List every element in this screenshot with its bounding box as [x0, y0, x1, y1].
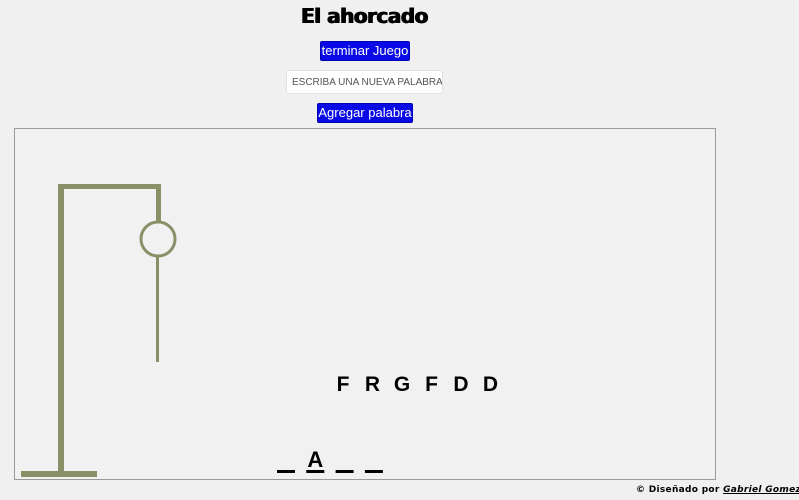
word-slots: A	[277, 447, 383, 473]
page-title: El ahorcado	[301, 4, 428, 28]
footer-prefix: © Diseñado por	[636, 485, 724, 495]
wrong-letter: G	[394, 373, 410, 396]
gallows-rope	[156, 184, 161, 222]
new-word-input[interactable]	[286, 70, 443, 94]
wrong-letter: D	[453, 373, 468, 396]
figure-head	[139, 220, 177, 258]
word-slot-line	[277, 470, 295, 473]
author-link[interactable]: Gabriel Gomez	[723, 485, 799, 495]
wrong-letter: D	[483, 373, 498, 396]
game-board: FRGFDD A	[14, 128, 716, 480]
add-word-button[interactable]: Agregar palabra	[317, 103, 413, 123]
gallows-drawing	[21, 184, 161, 477]
word-slot-line	[335, 470, 354, 473]
figure-body	[156, 256, 159, 362]
wrong-letter: F	[337, 373, 350, 396]
gallows-pole	[58, 184, 64, 474]
gallows-beam	[58, 184, 161, 189]
wrong-letter: R	[365, 373, 380, 396]
end-game-button[interactable]: terminar Juego	[320, 41, 410, 61]
wrong-letters: FRGFDD	[337, 373, 499, 396]
revealed-letter: A	[307, 447, 323, 472]
footer-credit: © Diseñado por Gabriel Gomez	[636, 485, 799, 495]
hanged-figure	[139, 220, 177, 362]
hangman-canvas: FRGFDD A	[21, 184, 499, 477]
wrong-letter: F	[425, 373, 438, 396]
word-slot-line	[364, 470, 383, 473]
